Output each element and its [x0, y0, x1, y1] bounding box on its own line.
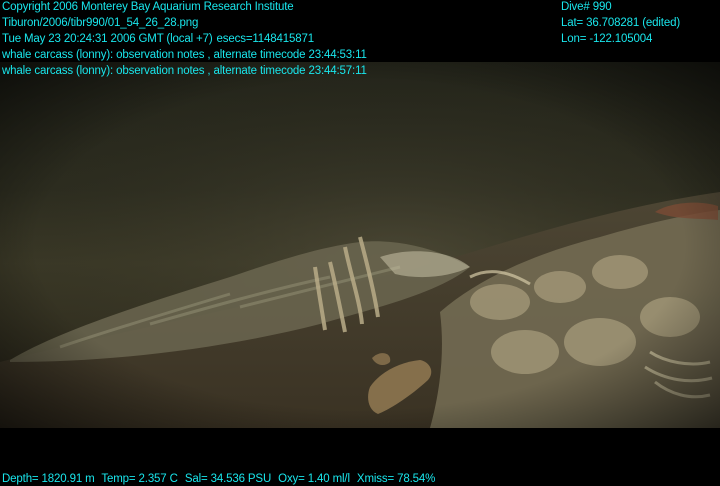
oxygen-text: Oxy= 1.40 ml/l: [278, 473, 350, 485]
transmissivity-text: Xmiss= 78.54%: [356, 473, 436, 485]
seafloor-scene: [0, 62, 720, 428]
dive-number-text: Dive# 990: [561, 1, 612, 13]
sensor-readout-bar: Depth= 1820.91 m Temp= 2.357 C Sal= 34.5…: [2, 471, 435, 486]
datetime-line: Tue May 23 20:24:31 2006 GMT (local +7) e…: [2, 31, 367, 47]
depth-text: Depth= 1820.91 m: [2, 473, 95, 485]
latitude-text: Lat= 36.708281 (edited): [561, 17, 680, 29]
copyright-text: Copyright 2006 Monterey Bay Aquarium Res…: [2, 1, 294, 13]
longitude-text: Lon= -122.105004: [561, 33, 653, 45]
salinity-text: Sal= 34.536 PSU: [184, 473, 272, 485]
temperature-text: Temp= 2.357 C: [101, 473, 178, 485]
video-frame: Copyright 2006 Monterey Bay Aquarium Res…: [0, 0, 720, 486]
lens-vignette: [0, 62, 720, 428]
file-path-text: Tiburon/2006/tibr990/01_54_26_28.png: [2, 17, 199, 29]
overlay-left-block: Copyright 2006 Monterey Bay Aquarium Res…: [2, 0, 367, 79]
esecs-text: esecs=1148415871: [216, 33, 315, 45]
observation-note-1: whale carcass (lonny): observation notes…: [2, 49, 367, 61]
overlay-right-block: Dive# 990 Lat= 36.708281 (edited) Lon= -…: [561, 0, 680, 47]
observation-note-2: whale carcass (lonny): observation notes…: [2, 65, 367, 77]
datetime-text: Tue May 23 20:24:31 2006 GMT (local +7): [2, 33, 213, 45]
